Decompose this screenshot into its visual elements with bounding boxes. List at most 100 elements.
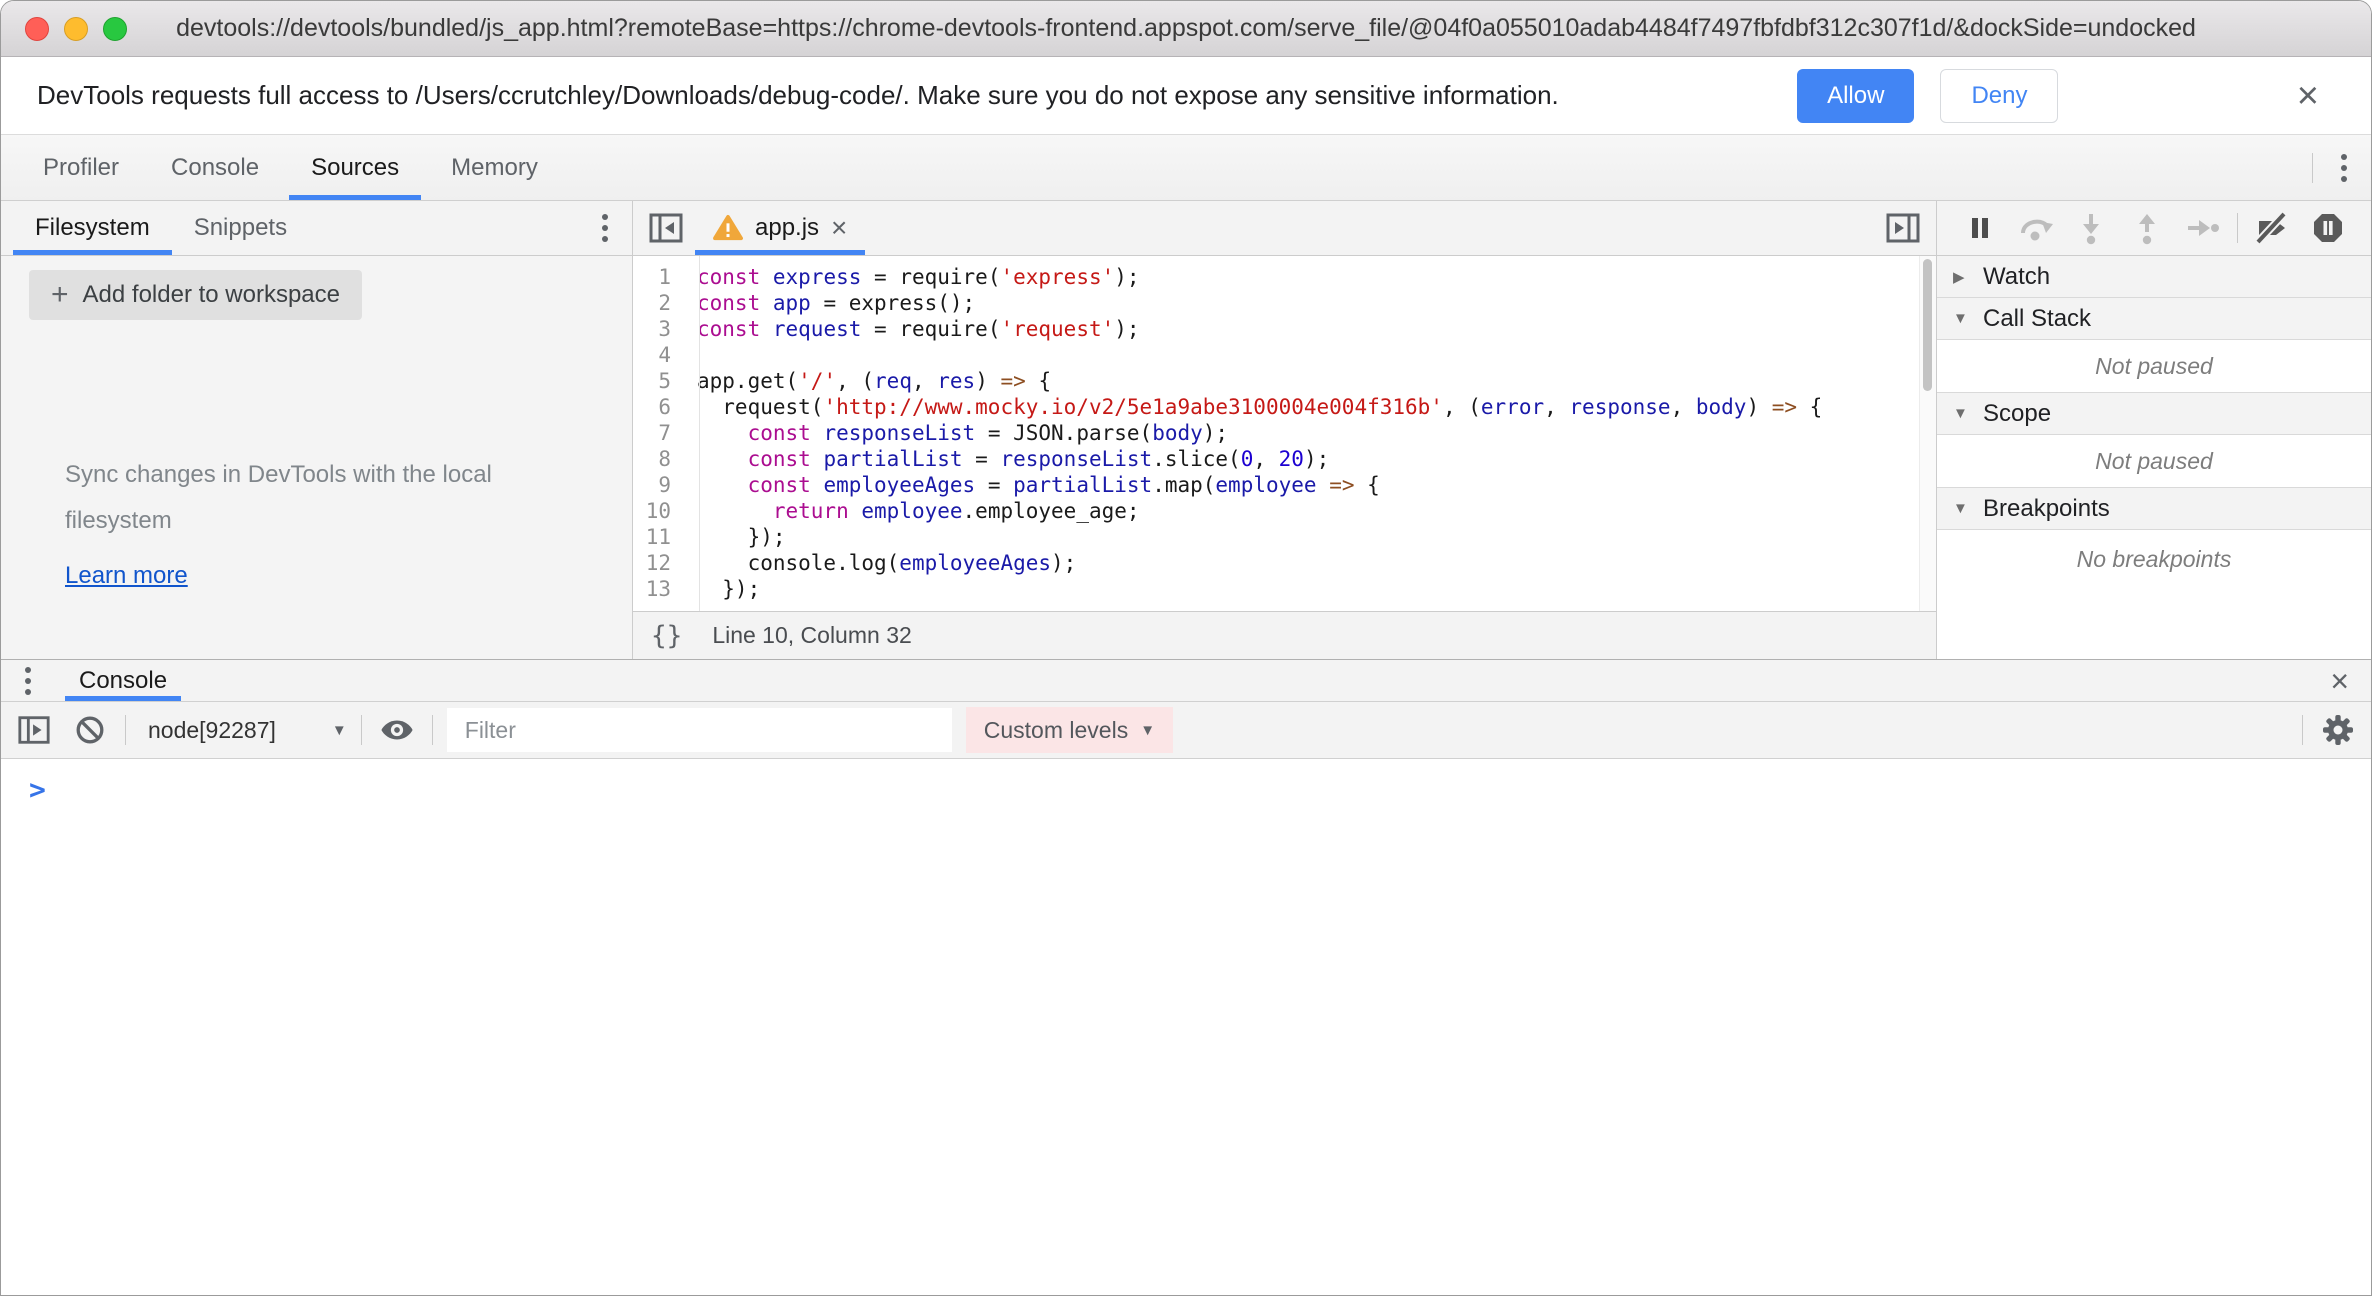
zoom-window-button[interactable] — [103, 17, 127, 41]
file-tab-close-icon[interactable]: × — [831, 214, 847, 242]
code-lines: 1const express = require('express');2con… — [633, 264, 1936, 602]
drawer-tabbar: Console × — [1, 660, 2371, 702]
divider — [2312, 153, 2313, 183]
line-number[interactable]: 8 — [633, 446, 685, 472]
hide-debugger-sidebar-icon[interactable] — [1882, 207, 1924, 249]
editor-statusbar: {} Line 10, Column 32 — [633, 611, 1936, 659]
main-menu-kebab-icon[interactable] — [2331, 148, 2357, 188]
titlebar: devtools://devtools/bundled/js_app.html?… — [1, 1, 2371, 57]
line-number[interactable]: 2 — [633, 290, 685, 316]
file-tab-label: app.js — [755, 214, 819, 242]
line-number[interactable]: 4 — [633, 342, 685, 368]
infobar-message: DevTools requests full access to /Users/… — [37, 80, 1559, 111]
code-line[interactable]: 10 return employee.employee_age; — [633, 498, 1936, 524]
minimize-window-button[interactable] — [64, 17, 88, 41]
divider — [2302, 715, 2303, 745]
line-number[interactable]: 6 — [633, 394, 685, 420]
devtools-window: devtools://devtools/bundled/js_app.html?… — [0, 0, 2372, 1296]
step-icon[interactable] — [2181, 207, 2223, 249]
infobar-close-icon[interactable]: × — [2297, 77, 2319, 115]
call-stack-section-header[interactable]: ▼ Call Stack — [1937, 298, 2371, 340]
chevron-down-icon: ▼ — [332, 722, 347, 739]
code-line[interactable]: 12 console.log(employeeAges); — [633, 550, 1936, 576]
live-expression-eye-icon[interactable] — [376, 709, 418, 751]
line-number[interactable]: 12 — [633, 550, 685, 576]
drawer-menu-kebab-icon[interactable] — [15, 661, 41, 701]
window-title-url: devtools://devtools/bundled/js_app.html?… — [176, 14, 2196, 43]
gutter-divider — [699, 256, 700, 611]
deny-button[interactable]: Deny — [1940, 69, 2058, 123]
code-line[interactable]: 11 }); — [633, 524, 1936, 550]
code-editor[interactable]: 1const express = require('express');2con… — [633, 256, 1936, 611]
file-tab-appjs[interactable]: app.js × — [695, 201, 865, 255]
line-number[interactable]: 3 — [633, 316, 685, 342]
sync-message: Sync changes in DevTools with the local … — [65, 452, 535, 544]
console-toolbar: node[92287] ▼ Custom levels ▼ — [1, 702, 2371, 759]
code-line[interactable]: 7 const responseList = JSON.parse(body); — [633, 420, 1936, 446]
watch-section-header[interactable]: ▶ Watch — [1937, 256, 2371, 298]
line-number[interactable]: 9 — [633, 472, 685, 498]
tab-memory[interactable]: Memory — [425, 135, 564, 200]
console-input-area[interactable]: > — [1, 759, 2371, 1295]
code-line[interactable]: 5app.get('/', (req, res) => { — [633, 368, 1936, 394]
code-line[interactable]: 4 — [633, 342, 1936, 368]
allow-button[interactable]: Allow — [1797, 69, 1914, 123]
divider — [2237, 213, 2238, 243]
code-line[interactable]: 1const express = require('express'); — [633, 264, 1936, 290]
line-number[interactable]: 11 — [633, 524, 685, 550]
step-into-icon[interactable] — [2070, 207, 2112, 249]
scrollbar-thumb[interactable] — [1923, 259, 1932, 391]
pause-script-icon[interactable] — [1959, 207, 2001, 249]
drawer-tab-console[interactable]: Console — [65, 660, 181, 701]
console-prompt-chevron: > — [29, 773, 46, 806]
hide-navigator-icon[interactable] — [645, 207, 687, 249]
code-text: const request = require('request'); — [685, 316, 1140, 342]
code-line[interactable]: 2const app = express(); — [633, 290, 1936, 316]
console-filter-input[interactable] — [447, 708, 952, 752]
close-window-button[interactable] — [25, 17, 49, 41]
navigator-tabbar: Filesystem Snippets — [1, 201, 632, 256]
line-number[interactable]: 7 — [633, 420, 685, 446]
breakpoints-body: No breakpoints — [1937, 530, 2371, 659]
code-line[interactable]: 9 const employeeAges = partialList.map(e… — [633, 472, 1936, 498]
show-console-sidebar-icon[interactable] — [13, 709, 55, 751]
tab-sources[interactable]: Sources — [285, 135, 425, 200]
breakpoints-message: No breakpoints — [2077, 546, 2232, 573]
code-line[interactable]: 3const request = require('request'); — [633, 316, 1936, 342]
warning-icon — [713, 214, 743, 242]
add-folder-button[interactable]: + Add folder to workspace — [29, 270, 362, 320]
chevron-down-icon: ▼ — [1140, 722, 1155, 739]
tab-console[interactable]: Console — [145, 135, 285, 200]
tab-filesystem[interactable]: Filesystem — [13, 201, 172, 255]
code-line[interactable]: 8 const partialList = responseList.slice… — [633, 446, 1936, 472]
execution-context-selector[interactable]: node[92287] ▼ — [140, 717, 347, 744]
line-number[interactable]: 13 — [633, 576, 685, 602]
editor-scrollbar[interactable] — [1919, 256, 1936, 611]
line-number[interactable]: 10 — [633, 498, 685, 524]
editor-pane: app.js × 1const express = require('expre… — [633, 201, 1936, 659]
main-tabbar: Profiler Console Sources Memory — [1, 135, 2371, 201]
pause-on-exceptions-icon[interactable] — [2307, 207, 2349, 249]
navigator-kebab-icon[interactable] — [592, 208, 618, 248]
code-line[interactable]: 13 }); — [633, 576, 1936, 602]
log-levels-dropdown[interactable]: Custom levels ▼ — [966, 707, 1173, 753]
line-number[interactable]: 1 — [633, 264, 685, 290]
step-over-icon[interactable] — [2015, 207, 2057, 249]
clear-console-icon[interactable] — [69, 709, 111, 751]
console-settings-gear-icon[interactable] — [2317, 709, 2359, 751]
code-line[interactable]: 6 request('http://www.mocky.io/v2/5e1a9a… — [633, 394, 1936, 420]
code-text: request('http://www.mocky.io/v2/5e1a9abe… — [685, 394, 1822, 420]
tab-profiler[interactable]: Profiler — [17, 135, 145, 200]
learn-more-link[interactable]: Learn more — [65, 562, 188, 590]
line-number[interactable]: 5 — [633, 368, 685, 394]
code-text: app.get('/', (req, res) => { — [685, 368, 1051, 394]
call-stack-body: Not paused — [1937, 340, 2371, 393]
filesystem-pane-body: + Add folder to workspace Sync changes i… — [1, 256, 632, 659]
tab-snippets[interactable]: Snippets — [172, 201, 309, 255]
step-out-icon[interactable] — [2126, 207, 2168, 249]
drawer-close-icon[interactable]: × — [2330, 665, 2371, 697]
breakpoints-section-header[interactable]: ▼ Breakpoints — [1937, 488, 2371, 530]
scope-section-header[interactable]: ▼ Scope — [1937, 393, 2371, 435]
pretty-print-icon[interactable]: {} — [651, 621, 682, 651]
deactivate-breakpoints-icon[interactable] — [2251, 207, 2293, 249]
